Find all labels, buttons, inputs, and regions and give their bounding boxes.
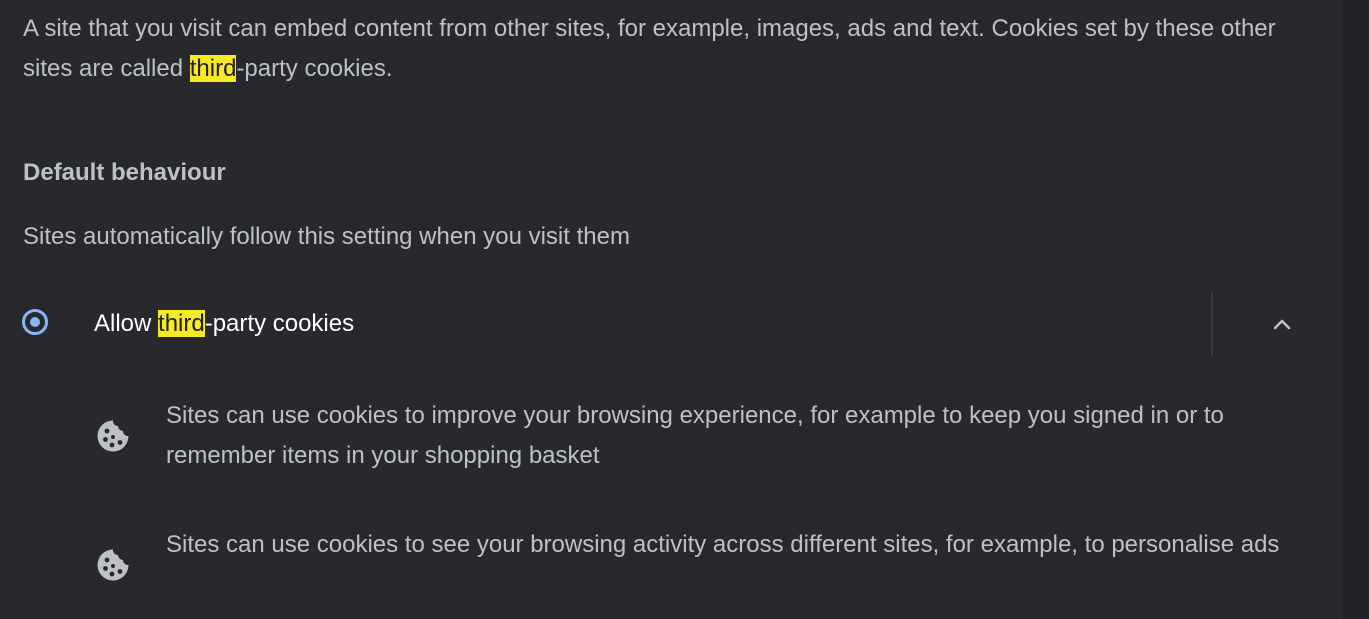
chevron-up-icon (1273, 319, 1291, 330)
cookie-icon (97, 549, 129, 581)
section-subtitle: Sites automatically follow this setting … (23, 223, 630, 250)
option-label[interactable]: Allow third-party cookies (94, 304, 354, 344)
scrollbar-track[interactable] (1343, 0, 1369, 619)
radio-button-selected[interactable] (22, 309, 48, 335)
intro-text-part2: -party cookies. (236, 55, 393, 82)
settings-panel: A site that you visit can embed content … (0, 0, 1343, 619)
intro-description: A site that you visit can embed content … (23, 9, 1303, 89)
section-heading: Default behaviour (23, 159, 226, 186)
search-highlight: third (158, 310, 205, 337)
radio-dot (30, 317, 40, 327)
search-highlight: third (189, 55, 237, 82)
vertical-divider (1211, 292, 1213, 356)
allow-third-party-cookies-option[interactable]: Allow third-party cookies (0, 290, 1343, 358)
collapse-button[interactable] (1258, 300, 1306, 348)
option-label-prefix: Allow (94, 310, 159, 337)
bullet-text: Sites can use cookies to see your browsi… (166, 531, 1280, 558)
cookie-icon (97, 420, 129, 452)
bullet-text: Sites can use cookies to improve your br… (166, 402, 1224, 469)
option-label-suffix: -party cookies (204, 310, 355, 337)
